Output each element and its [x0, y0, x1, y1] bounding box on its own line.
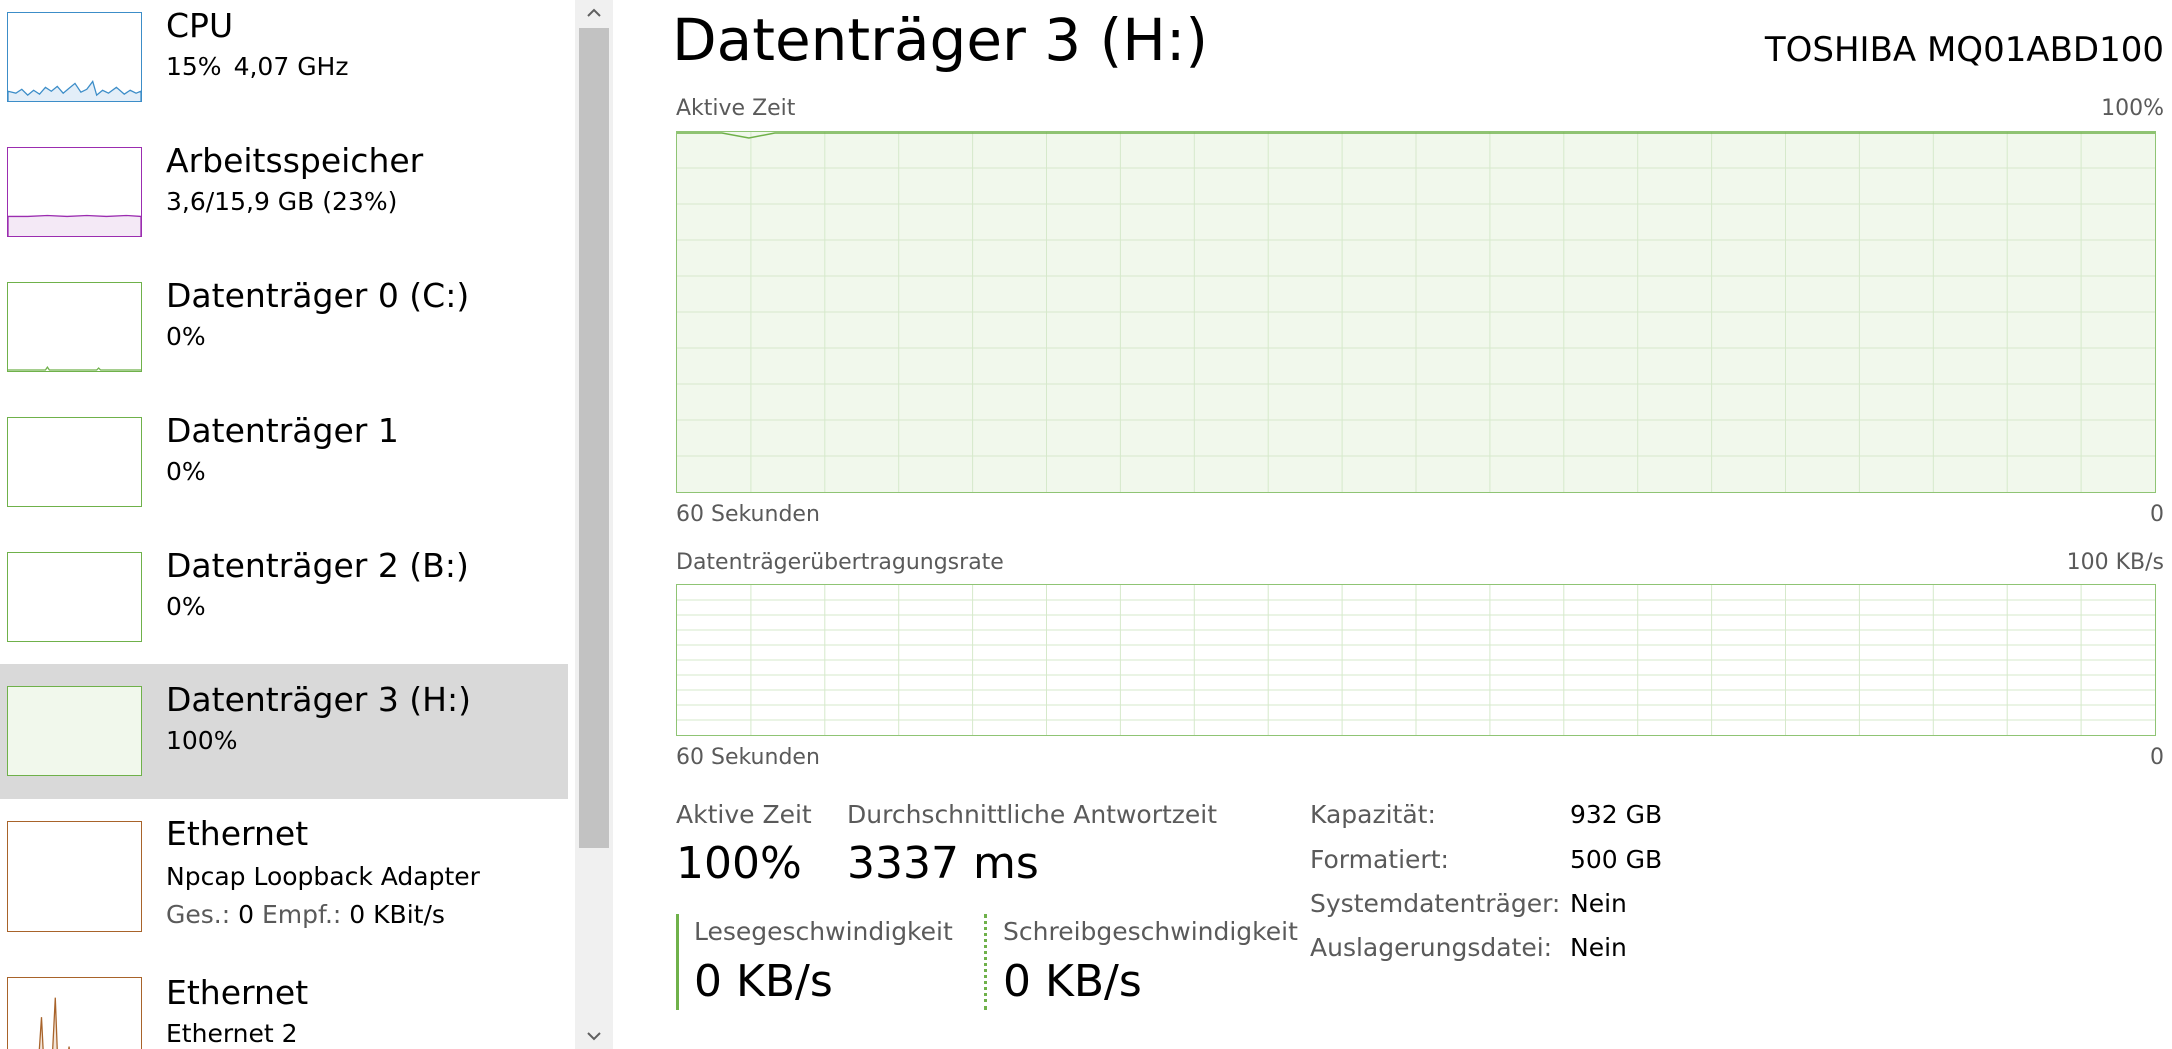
- send-value: 0: [238, 900, 255, 929]
- disk-1-thumbnail-graph: [7, 417, 142, 507]
- cpu-speed-value: 4,07 GHz: [233, 52, 349, 81]
- receive-label: Empf.:: [261, 900, 342, 929]
- active-time-graph-min: 0: [2150, 502, 2164, 527]
- receive-value: 0 KBit/s: [349, 900, 445, 929]
- sidebar-item-cpu[interactable]: CPU 15% 4,07 GHz: [0, 0, 568, 135]
- transfer-rate-graph-max: 100 KB/s: [2066, 550, 2164, 575]
- chevron-down-icon: [587, 1032, 601, 1041]
- transfer-rate-graph-min: 0: [2150, 745, 2164, 770]
- sidebar-item-title: Arbeitsspeicher: [166, 141, 424, 180]
- transfer-rate-graph-label: Datenträgerübertragungsrate: [676, 550, 1004, 575]
- page-file-value: Nein: [1570, 933, 1627, 962]
- sidebar-item-disk-2[interactable]: Datenträger 2 (B:) 0%: [0, 540, 568, 675]
- sidebar-item-subtitle: 0%: [166, 592, 206, 621]
- disk-detail-panel: Datenträger 3 (H:) TOSHIBA MQ01ABD100 Ak…: [613, 0, 2172, 1049]
- cpu-usage-value: 15%: [166, 52, 222, 81]
- sidebar-item-memory[interactable]: Arbeitsspeicher 3,6/15,9 GB (23%): [0, 135, 568, 270]
- transfer-rate-graph-duration: 60 Sekunden: [676, 745, 820, 770]
- active-time-stat-label: Aktive Zeit: [676, 800, 812, 829]
- scroll-down-button[interactable]: [575, 1023, 613, 1049]
- response-time-stat-label: Durchschnittliche Antwortzeit: [847, 800, 1218, 829]
- sidebar-item-subtitle: 0%: [166, 457, 206, 486]
- system-disk-value: Nein: [1570, 889, 1627, 918]
- ethernet-npcap-thumbnail-graph: [7, 821, 142, 932]
- sidebar-item-subtitle: Ethernet 2: [166, 1019, 298, 1048]
- sidebar-item-subtitle: 15% 4,07 GHz: [166, 52, 348, 81]
- disk-model-name: TOSHIBA MQ01ABD100: [1764, 30, 2164, 70]
- sidebar-item-title: Datenträger 0 (C:): [166, 276, 470, 315]
- sidebar: CPU 15% 4,07 GHz Arbeitsspeicher 3,6/15,9…: [0, 0, 568, 1049]
- sidebar-item-subtitle: Npcap Loopback Adapter: [166, 862, 480, 891]
- page-file-label: Auslagerungsdatei:: [1310, 933, 1553, 962]
- sidebar-item-title: CPU: [166, 6, 234, 45]
- system-disk-label: Systemdatenträger:: [1310, 889, 1561, 918]
- chevron-up-icon: [587, 8, 601, 17]
- memory-thumbnail-graph: [7, 147, 142, 237]
- sidebar-item-title: Datenträger 3 (H:): [166, 680, 471, 719]
- disk-0-thumbnail-graph: [7, 282, 142, 372]
- transfer-rate-graph: [676, 584, 2156, 736]
- write-speed-indicator-bar: [984, 914, 987, 1010]
- sidebar-item-subtitle: 0%: [166, 322, 206, 351]
- transfer-rate-graph-plot: [677, 585, 2155, 735]
- sidebar-item-ethernet-2[interactable]: Ethernet Ethernet 2: [0, 966, 568, 1049]
- send-label: Ges.:: [166, 900, 231, 929]
- cpu-thumbnail-graph: [7, 12, 142, 102]
- formatted-label: Formatiert:: [1310, 845, 1449, 874]
- sidebar-item-title: Ethernet: [166, 973, 309, 1012]
- sidebar-item-title: Datenträger 2 (B:): [166, 546, 469, 585]
- write-speed-stat-value: 0 KB/s: [1003, 956, 1142, 1007]
- capacity-label: Kapazität:: [1310, 800, 1436, 829]
- sidebar-item-ethernet-npcap[interactable]: Ethernet Npcap Loopback Adapter Ges.: 0 …: [0, 810, 568, 960]
- active-time-graph-max: 100%: [2101, 96, 2164, 121]
- read-speed-stat-value: 0 KB/s: [694, 956, 833, 1007]
- capacity-value: 932 GB: [1570, 800, 1663, 829]
- active-time-graph-duration: 60 Sekunden: [676, 502, 820, 527]
- sidebar-item-title: Ethernet: [166, 814, 309, 853]
- active-time-graph-label: Aktive Zeit: [676, 96, 796, 121]
- sidebar-item-disk-1[interactable]: Datenträger 1 0%: [0, 405, 568, 540]
- ethernet-2-thumbnail-graph: [7, 977, 142, 1049]
- sidebar-item-disk-0[interactable]: Datenträger 0 (C:) 0%: [0, 270, 568, 405]
- write-speed-stat-label: Schreibgeschwindigkeit: [1003, 917, 1298, 946]
- read-speed-stat-label: Lesegeschwindigkeit: [694, 917, 953, 946]
- active-time-graph-plot: [677, 132, 2155, 492]
- scroll-up-button[interactable]: [575, 0, 613, 26]
- sidebar-item-throughput: Ges.: 0 Empf.: 0 KBit/s: [166, 900, 445, 929]
- response-time-stat-value: 3337 ms: [847, 838, 1039, 889]
- read-speed-indicator-bar: [676, 914, 679, 1010]
- disk-3-thumbnail-graph: [7, 686, 142, 776]
- formatted-value: 500 GB: [1570, 845, 1663, 874]
- sidebar-item-title: Datenträger 1: [166, 411, 399, 450]
- scroll-thumb[interactable]: [579, 28, 609, 848]
- page-title: Datenträger 3 (H:): [672, 6, 1209, 74]
- active-time-stat-value: 100%: [676, 838, 802, 889]
- sidebar-item-subtitle: 100%: [166, 726, 238, 755]
- sidebar-item-subtitle: 3,6/15,9 GB (23%): [166, 187, 398, 216]
- sidebar-item-disk-3[interactable]: Datenträger 3 (H:) 100%: [0, 664, 568, 799]
- disk-2-thumbnail-graph: [7, 552, 142, 642]
- active-time-graph: [676, 131, 2156, 493]
- sidebar-scrollbar[interactable]: [575, 0, 613, 1049]
